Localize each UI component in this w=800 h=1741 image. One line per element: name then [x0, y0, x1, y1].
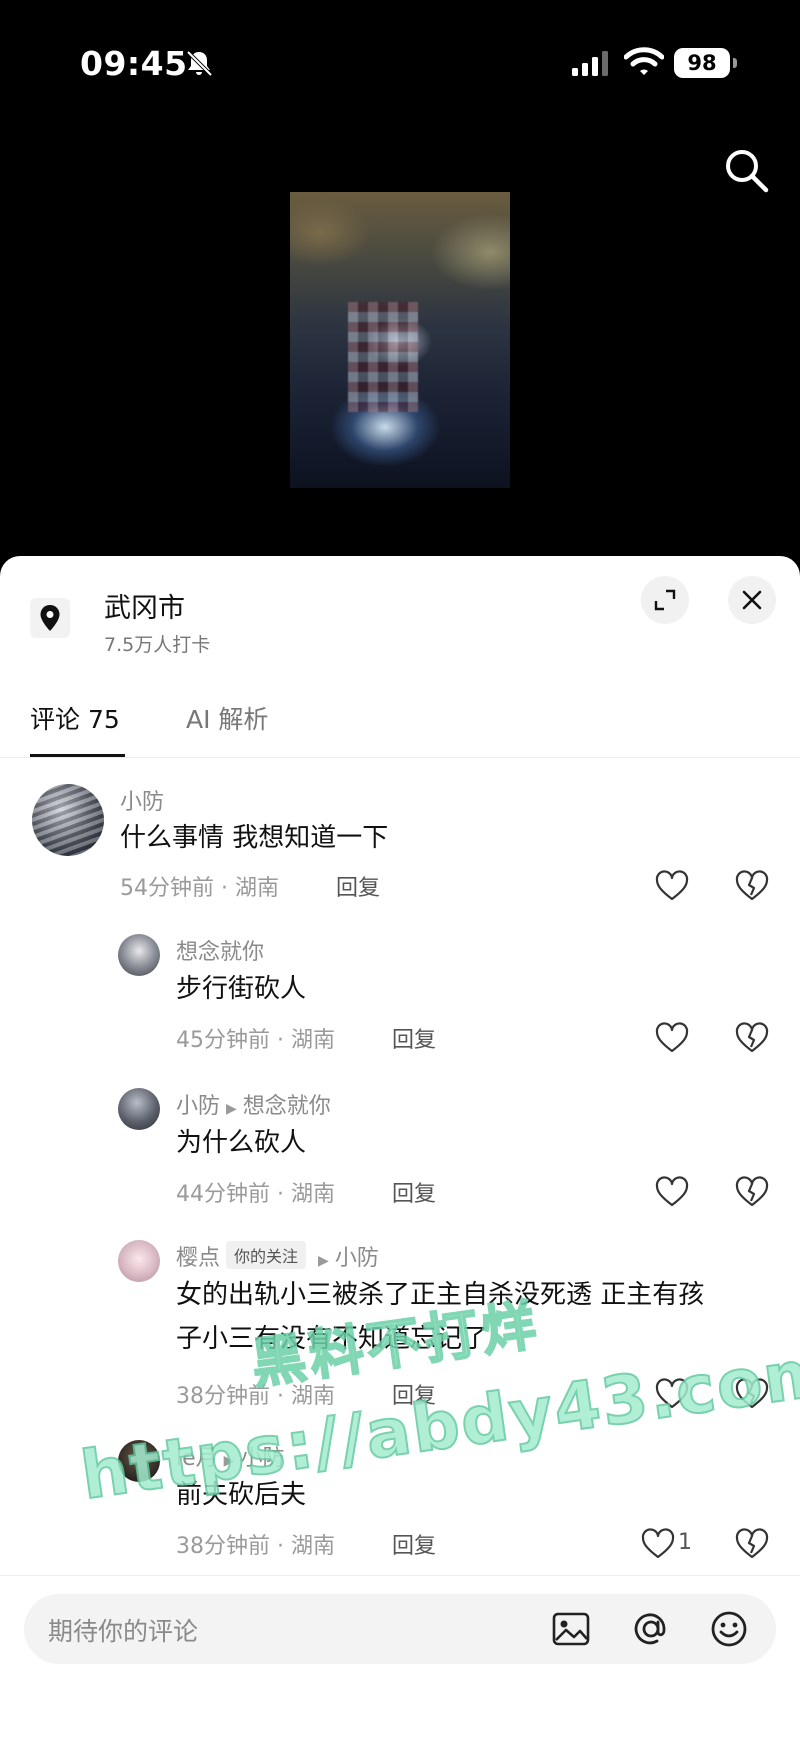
reply-item: 想念就你 步行街砍人 45分钟前 · 湖南 回复 — [0, 934, 800, 1064]
wifi-icon — [624, 47, 664, 75]
reply-button[interactable]: 回复 — [392, 1022, 436, 1054]
close-icon — [742, 590, 762, 610]
location-title[interactable]: 武冈市 — [104, 586, 185, 625]
comment-author[interactable]: 樱点 — [176, 1246, 220, 1271]
image-icon[interactable] — [550, 1608, 592, 1650]
heart-icon[interactable] — [640, 1526, 676, 1562]
comment-author-line: 小防 ▶ 想念就你 — [176, 1088, 331, 1120]
bell-slash-icon — [186, 50, 213, 77]
comment-meta: 44分钟前 · 湖南 — [176, 1182, 335, 1207]
avatar[interactable] — [32, 784, 104, 856]
comment-input-placeholder: 期待你的评论 — [48, 1617, 199, 1646]
comment-text: 步行街砍人 — [176, 974, 307, 1004]
comment-author[interactable]: 小防 — [176, 1094, 220, 1119]
comment-input-bar: 期待你的评论 — [0, 1575, 800, 1741]
reply-button[interactable]: 回复 — [392, 1176, 436, 1208]
at-icon[interactable] — [630, 1608, 672, 1650]
signal-icon — [572, 51, 608, 76]
comment-meta: 54分钟前 · 湖南 — [120, 876, 279, 901]
comment-sheet: 武冈市 7.5万人打卡 评论 75 AI 解析 小防 什么事情 我想知道一下 5… — [0, 556, 800, 1741]
reply-to-user[interactable]: 想念就你 — [243, 1094, 331, 1119]
location-pin-icon — [40, 605, 60, 631]
heart-icon[interactable] — [654, 1020, 690, 1056]
comment-author-line: 樱点 你的关注 ▶ 小防 — [176, 1240, 379, 1272]
heart-icon[interactable] — [654, 868, 690, 904]
comment-text: 为什么砍人 — [176, 1128, 307, 1158]
broken-heart-icon[interactable] — [734, 868, 770, 904]
reply-arrow-icon: ▶ — [318, 1253, 329, 1269]
expand-button[interactable] — [641, 576, 689, 624]
active-tab-indicator — [30, 754, 125, 757]
video-frame-image[interactable] — [290, 192, 510, 488]
reply-button[interactable]: 回复 — [336, 870, 380, 902]
comment-item: 小防 什么事情 我想知道一下 54分钟前 · 湖南 回复 — [0, 780, 800, 902]
pixelated-area — [348, 302, 418, 412]
comment-author[interactable]: 想念就你 — [176, 934, 264, 966]
like-count: 1 — [678, 1530, 692, 1555]
reply-button[interactable]: 回复 — [392, 1528, 436, 1560]
comment-text: 什么事情 我想知道一下 — [120, 823, 389, 853]
broken-heart-icon[interactable] — [734, 1526, 770, 1562]
avatar[interactable] — [118, 1240, 160, 1282]
reply-to-user[interactable]: 小防 — [335, 1246, 379, 1271]
reply-arrow-icon: ▶ — [226, 1101, 237, 1117]
location-checkins: 7.5万人打卡 — [104, 634, 211, 656]
status-time: 09:45 — [80, 44, 188, 83]
comment-author[interactable]: 小防 — [120, 784, 164, 816]
broken-heart-icon[interactable] — [734, 1020, 770, 1056]
location-icon-box[interactable] — [30, 598, 70, 638]
comment-meta: 38分钟前 · 湖南 — [176, 1534, 335, 1559]
tab-ai-analysis[interactable]: AI 解析 — [186, 700, 268, 736]
broken-heart-icon[interactable] — [734, 1174, 770, 1210]
tab-comments[interactable]: 评论 75 — [30, 700, 120, 736]
avatar[interactable] — [118, 1088, 160, 1130]
status-bar: 09:45 98 — [0, 0, 800, 120]
search-icon[interactable] — [722, 146, 770, 194]
close-button[interactable] — [728, 576, 776, 624]
avatar[interactable] — [118, 934, 160, 976]
tab-bar: 评论 75 AI 解析 — [0, 696, 800, 758]
expand-icon — [654, 589, 676, 611]
following-badge: 你的关注 — [226, 1241, 307, 1269]
battery-indicator: 98 — [674, 48, 737, 78]
reply-item: 小防 ▶ 想念就你 为什么砍人 44分钟前 · 湖南 回复 — [0, 1088, 800, 1218]
emoji-icon[interactable] — [708, 1608, 750, 1650]
comment-meta: 45分钟前 · 湖南 — [176, 1028, 335, 1053]
comment-input[interactable]: 期待你的评论 — [24, 1594, 776, 1664]
heart-icon[interactable] — [654, 1174, 690, 1210]
